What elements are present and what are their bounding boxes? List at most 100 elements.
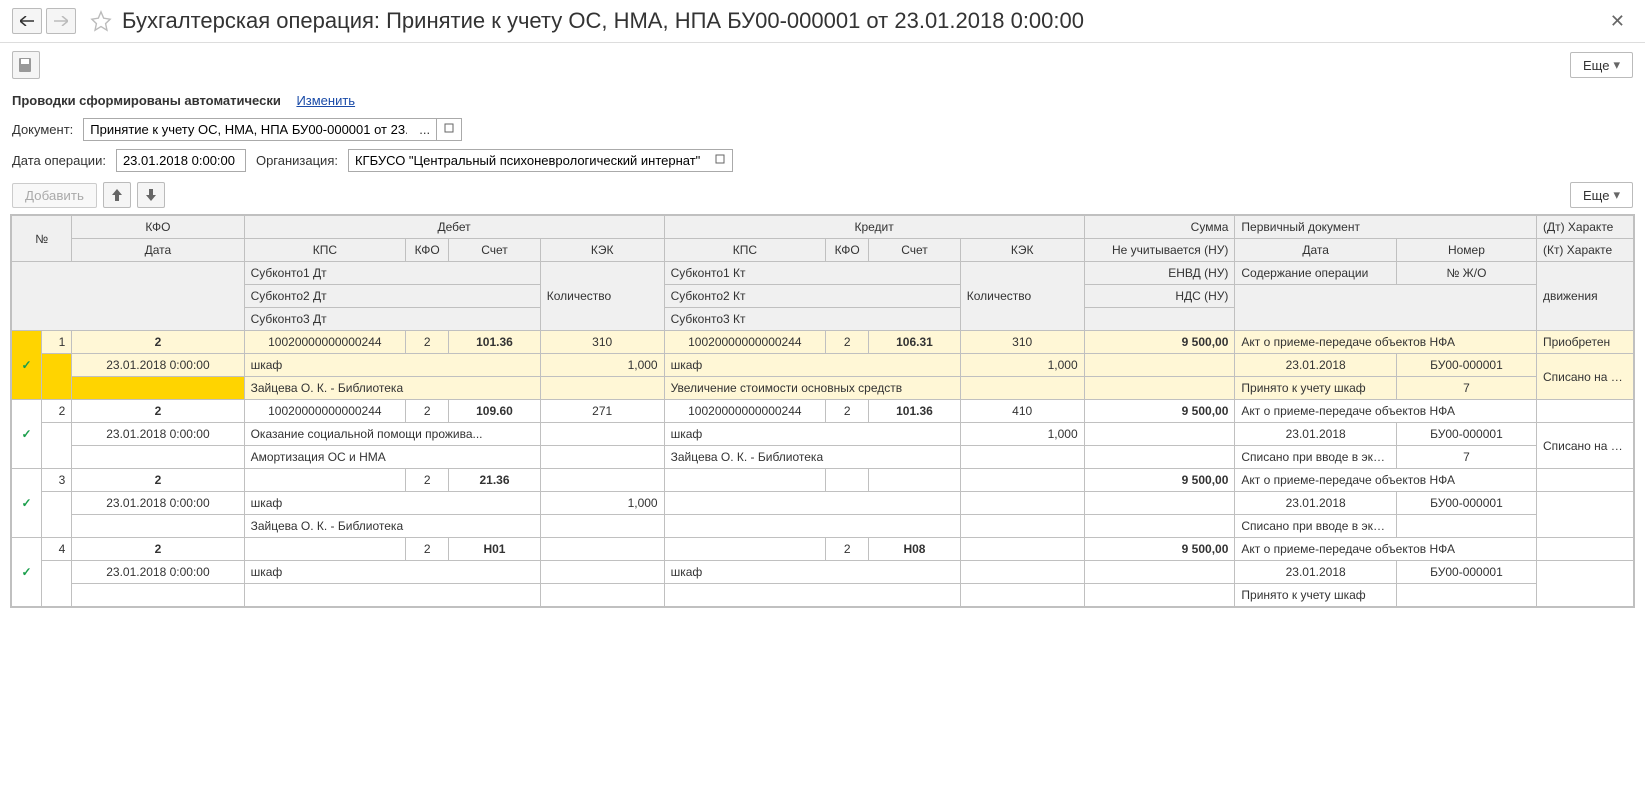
document-select-button[interactable]: ...: [413, 118, 437, 141]
table-row[interactable]: Принято к учету шкаф: [12, 584, 1634, 607]
col-sub3k[interactable]: Субконто3 Кт: [664, 308, 960, 331]
cell[interactable]: 4: [42, 538, 72, 561]
cell[interactable]: [1084, 423, 1235, 446]
cell[interactable]: [664, 492, 960, 515]
cell[interactable]: [72, 377, 244, 400]
cell[interactable]: 2: [72, 331, 244, 354]
col-kek-d[interactable]: КЭК: [540, 239, 664, 262]
save-button[interactable]: [12, 51, 40, 79]
cell[interactable]: [540, 584, 664, 607]
cell[interactable]: [960, 492, 1084, 515]
cell[interactable]: [72, 515, 244, 538]
cell[interactable]: 2: [72, 469, 244, 492]
cell[interactable]: [1084, 515, 1235, 538]
cell[interactable]: 10020000000000244: [244, 331, 406, 354]
cell[interactable]: [1536, 492, 1633, 538]
cell[interactable]: Зайцева О. К. - Библиотека: [664, 446, 960, 469]
cell[interactable]: [826, 469, 869, 492]
cell[interactable]: 1,000: [960, 354, 1084, 377]
col-kfo-d[interactable]: КФО: [406, 239, 449, 262]
cell[interactable]: [1536, 561, 1633, 607]
cell[interactable]: 1,000: [540, 492, 664, 515]
cell[interactable]: Увеличение стоимости основных средств: [664, 377, 960, 400]
cell[interactable]: 7: [1396, 377, 1536, 400]
cell[interactable]: [664, 584, 960, 607]
cell[interactable]: Акт о приеме-передаче объектов НФА: [1235, 331, 1537, 354]
cell[interactable]: 23.01.2018: [1235, 492, 1397, 515]
cell[interactable]: 23.01.2018 0:00:00: [72, 492, 244, 515]
cell[interactable]: [1396, 584, 1536, 607]
cell[interactable]: 2: [826, 400, 869, 423]
cell[interactable]: 10020000000000244: [244, 400, 406, 423]
cell[interactable]: ✓: [12, 538, 42, 607]
cell[interactable]: 1: [42, 331, 72, 354]
col-qty-d[interactable]: Количество: [540, 262, 664, 331]
cell[interactable]: 7: [1396, 446, 1536, 469]
cell[interactable]: 271: [540, 400, 664, 423]
col-sub2k[interactable]: Субконто2 Кт: [664, 285, 960, 308]
cell[interactable]: 106.31: [869, 331, 961, 354]
cell[interactable]: 23.01.2018 0:00:00: [72, 423, 244, 446]
cell[interactable]: [540, 469, 664, 492]
col-docnum[interactable]: Номер: [1396, 239, 1536, 262]
cell[interactable]: ✓: [12, 400, 42, 469]
cell[interactable]: [960, 584, 1084, 607]
col-sub3d[interactable]: Субконто3 Дт: [244, 308, 540, 331]
cell[interactable]: [42, 423, 72, 469]
col-sub2d[interactable]: Субконто2 Дт: [244, 285, 540, 308]
table-row[interactable]: Амортизация ОС и НМАЗайцева О. К. - Библ…: [12, 446, 1634, 469]
cell[interactable]: [664, 469, 826, 492]
cell[interactable]: [1536, 400, 1633, 423]
close-button[interactable]: ✕: [1602, 11, 1633, 32]
cell[interactable]: [1396, 515, 1536, 538]
col-kek-c[interactable]: КЭК: [960, 239, 1084, 262]
table-row[interactable]: Зайцева О. К. - БиблиотекаУвеличение сто…: [12, 377, 1634, 400]
cell[interactable]: ✓: [12, 469, 42, 538]
add-button[interactable]: Добавить: [12, 183, 97, 208]
table-row[interactable]: ✓22100200000000002442109.602711002000000…: [12, 400, 1634, 423]
cell[interactable]: 10020000000000244: [664, 331, 826, 354]
cell[interactable]: [1084, 354, 1235, 377]
document-open-button[interactable]: [437, 118, 462, 141]
cell[interactable]: Списано при вводе в эксплуатацию шкаф: [1235, 446, 1397, 469]
cell[interactable]: Акт о приеме-передаче объектов НФА: [1235, 400, 1537, 423]
cell[interactable]: 2: [72, 400, 244, 423]
cell[interactable]: [42, 354, 72, 400]
cell[interactable]: [664, 538, 826, 561]
cell[interactable]: 2: [406, 400, 449, 423]
cell[interactable]: 9 500,00: [1084, 538, 1235, 561]
col-acct-d[interactable]: Счет: [449, 239, 541, 262]
cell[interactable]: [244, 584, 540, 607]
cell[interactable]: БУ00-000001: [1396, 423, 1536, 446]
col-date[interactable]: Дата: [72, 239, 244, 262]
more-button-top[interactable]: Еще: [1570, 52, 1633, 78]
cell[interactable]: Списано при вводе в эксплуатацию шкаф: [1235, 515, 1397, 538]
cell[interactable]: [1084, 446, 1235, 469]
cell[interactable]: [540, 538, 664, 561]
cell[interactable]: [960, 377, 1084, 400]
col-ktchar[interactable]: (Кт) Характе: [1536, 239, 1633, 262]
cell[interactable]: [42, 561, 72, 607]
table-row[interactable]: ✓12100200000000002442101.363101002000000…: [12, 331, 1634, 354]
cell[interactable]: [664, 515, 960, 538]
cell[interactable]: [72, 446, 244, 469]
cell[interactable]: 1,000: [960, 423, 1084, 446]
back-button[interactable]: [12, 8, 42, 34]
table-row[interactable]: ✓32221.369 500,00Акт о приеме-передаче о…: [12, 469, 1634, 492]
cell[interactable]: 23.01.2018 0:00:00: [72, 354, 244, 377]
col-content[interactable]: Содержание операции: [1235, 262, 1397, 285]
cell[interactable]: Оказание социальной помощи прожива...: [244, 423, 540, 446]
cell[interactable]: [1084, 584, 1235, 607]
table-row[interactable]: 23.01.2018 0:00:00Оказание социальной по…: [12, 423, 1634, 446]
table-row[interactable]: 23.01.2018 0:00:00шкафшкаф23.01.2018БУ00…: [12, 561, 1634, 584]
cell[interactable]: [1084, 561, 1235, 584]
cell[interactable]: [540, 561, 664, 584]
cell[interactable]: шкаф: [244, 492, 540, 515]
cell[interactable]: шкаф: [244, 561, 540, 584]
cell[interactable]: [540, 377, 664, 400]
col-qty-c[interactable]: Количество: [960, 262, 1084, 331]
cell[interactable]: Принято к учету шкаф: [1235, 377, 1397, 400]
forward-button[interactable]: [46, 8, 76, 34]
cell[interactable]: Списано на н учреждения: [1536, 423, 1633, 469]
cell[interactable]: 310: [540, 331, 664, 354]
